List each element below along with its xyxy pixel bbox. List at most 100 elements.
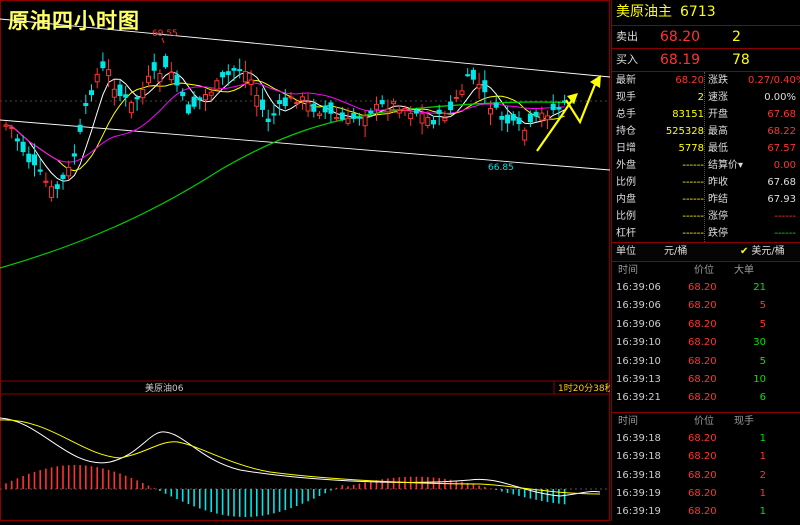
tick-time: 16:39:06 (616, 318, 661, 330)
tick-volume: 5 (759, 355, 766, 367)
tick-row[interactable]: 16:39:10 68.20 5 (612, 353, 800, 371)
candle-body (442, 117, 448, 122)
candle-body (527, 113, 533, 123)
candle-body (459, 90, 465, 95)
candle-body (408, 112, 414, 120)
candle-body (191, 96, 197, 107)
buy-quote-row[interactable]: 买入 68.19 78 (612, 49, 800, 71)
candle-body (345, 117, 351, 124)
tick-price: 68.20 (688, 469, 717, 481)
candle-body (89, 90, 94, 96)
candle-body (100, 61, 106, 69)
tick-volume: 5 (759, 318, 766, 330)
unit-option-usd[interactable]: ✔ 美元/桶 (740, 243, 785, 261)
candle-body (66, 166, 72, 177)
candle-body (425, 116, 431, 127)
candle-body (413, 110, 419, 114)
stat-value: 68.20 (675, 75, 704, 86)
tick-row[interactable]: 16:39:19 68.20 1 (612, 485, 800, 503)
candle-body (77, 124, 83, 132)
candle-body (385, 108, 391, 113)
stat-value: ------ (682, 160, 704, 171)
candle-body (465, 74, 471, 77)
tick-price: 68.20 (688, 506, 717, 518)
check-icon: ✔ (740, 246, 749, 257)
stat-label: 比例 (616, 177, 636, 188)
stat-label: 最低 (708, 143, 728, 154)
candle-body (20, 141, 26, 153)
stat-row: 最新 68.20 涨跌 0.27/0.40% (612, 72, 800, 89)
candle-body (282, 97, 288, 107)
stat-label: 涨停 (708, 211, 728, 222)
tick-price: 68.20 (688, 282, 717, 293)
candle-body (482, 80, 488, 93)
unit-option-yuan[interactable]: 元/桶 (664, 243, 687, 261)
unit-bar[interactable]: 单位 元/桶 ✔ 美元/桶 (612, 242, 800, 262)
buy-volume: 78 (732, 52, 750, 68)
stat-row: 内盘 ------ 昨结 67.93 (612, 191, 800, 208)
tick-volume: 1 (759, 432, 766, 444)
tick-time: 16:39:18 (616, 451, 661, 463)
stat-value: 67.57 (767, 143, 796, 154)
tick-header: 时间 价位 现手 (612, 413, 800, 430)
instrument-label: 美原油06 (145, 382, 184, 394)
symbol-code: 6713 (680, 4, 716, 20)
sell-quote-row[interactable]: 卖出 68.20 2 (612, 26, 800, 48)
tick-row[interactable]: 16:39:06 68.20 5 (612, 316, 800, 334)
candle-body (539, 112, 545, 121)
price-chart[interactable]: 69.55 66.85 美原油06 1时20分38秒 (0, 0, 614, 521)
tick-row[interactable]: 16:39:18 68.20 2 (612, 467, 800, 485)
candle-body (294, 102, 300, 105)
candle-body (311, 103, 317, 112)
stat-row: 比例 ------ 昨收 67.68 (612, 174, 800, 191)
candle-body (185, 104, 191, 114)
tick-row[interactable]: 16:39:18 68.20 1 (612, 430, 800, 448)
tick-row[interactable]: 16:39:18 68.20 1 (612, 448, 800, 466)
candle-body (374, 103, 379, 110)
candle-body (94, 73, 100, 83)
tick-time: 16:39:10 (616, 355, 661, 367)
candle-body (470, 69, 476, 80)
candle-body (493, 102, 499, 108)
stat-value: 0.00% (764, 92, 796, 103)
candle-body (214, 80, 220, 90)
candle-body (111, 88, 117, 98)
tick-list-large-orders[interactable]: 时间 价位 大单 16:39:06 68.20 21 16:39:06 68.20 5 16:39… (612, 262, 800, 408)
symbol-header[interactable]: 美原油主 6713 (612, 0, 800, 26)
tick-time: 16:39:18 (616, 432, 661, 444)
tick-row[interactable]: 16:39:06 68.20 21 (612, 279, 800, 297)
stat-label: 涨跌 (708, 75, 728, 86)
stat-row: 外盘 ------ 结算价▾ 0.00 (612, 157, 800, 174)
candle-body (106, 69, 112, 77)
candle-body (510, 114, 516, 121)
candle-body (9, 126, 15, 129)
tick-price: 68.20 (688, 337, 717, 349)
candle-body (26, 153, 32, 163)
candlestick-chart-area[interactable]: 69.55 66.85 美原油06 1时20分38秒 原油四小时图 (0, 0, 614, 521)
unit-label: 单位 (616, 246, 636, 257)
stat-value: 525328 (665, 126, 704, 137)
candle-body (168, 71, 174, 81)
tick-row[interactable]: 16:39:21 68.20 6 (612, 389, 800, 407)
candle-body (322, 105, 328, 113)
tick-row[interactable]: 16:39:10 68.20 30 (612, 334, 800, 352)
stat-label: 持仓 (616, 126, 636, 137)
stat-value: ------ (774, 211, 796, 222)
chart-title-overlay: 原油四小时图 (8, 9, 140, 33)
tick-row[interactable]: 16:39:13 68.20 10 (612, 371, 800, 389)
stat-label: 现手 (616, 92, 636, 103)
tick-row[interactable]: 16:39:19 68.20 1 (612, 503, 800, 521)
candle-body (453, 96, 459, 99)
candle-body (231, 68, 237, 71)
sell-label: 卖出 (616, 30, 638, 43)
tick-header-cell: 现手 (734, 415, 754, 427)
candle-body (556, 107, 562, 110)
candle-body (265, 118, 271, 123)
candle-body (32, 154, 37, 166)
stat-value: 67.68 (767, 109, 796, 120)
sell-volume: 2 (732, 29, 741, 45)
low-price-label: 66.85 (488, 163, 514, 173)
tick-list-trades[interactable]: 时间 价位 现手 16:39:18 68.20 1 16:39:18 68.20 1 16:39:… (612, 413, 800, 522)
tick-row[interactable]: 16:39:06 68.20 5 (612, 297, 800, 315)
candle-body (49, 186, 55, 198)
